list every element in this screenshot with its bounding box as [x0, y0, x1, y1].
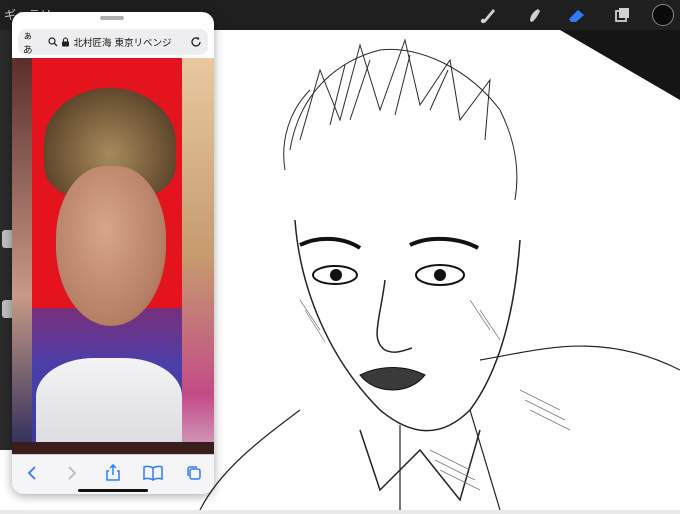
- brush-icon[interactable]: [477, 3, 501, 27]
- canvas-corner-shade: [560, 30, 680, 100]
- address-bar[interactable]: ぁあ 北村匠海 東京リベンジ: [18, 28, 208, 56]
- reader-options-button[interactable]: ぁあ: [23, 28, 42, 56]
- url-text[interactable]: 北村匠海 東京リベンジ: [73, 35, 190, 49]
- tabs-icon[interactable]: [182, 462, 206, 484]
- slide-over-grabber[interactable]: [100, 16, 124, 20]
- home-indicator: [78, 489, 148, 492]
- bookmarks-icon[interactable]: [141, 462, 165, 484]
- back-icon[interactable]: [20, 462, 44, 484]
- eraser-icon[interactable]: [565, 3, 589, 27]
- safari-bottom-toolbar: [12, 454, 214, 494]
- share-icon[interactable]: [101, 462, 125, 484]
- search-icon: [47, 36, 59, 48]
- smudge-icon[interactable]: [522, 3, 546, 27]
- color-picker-button[interactable]: [652, 4, 674, 26]
- layers-icon[interactable]: [610, 3, 634, 27]
- reload-icon[interactable]: [190, 36, 202, 48]
- safari-slide-over-window[interactable]: ぁあ 北村匠海 東京リベンジ: [12, 12, 214, 494]
- forward-icon[interactable]: [60, 462, 84, 484]
- reference-photo: [12, 58, 214, 454]
- lock-icon: [60, 36, 72, 48]
